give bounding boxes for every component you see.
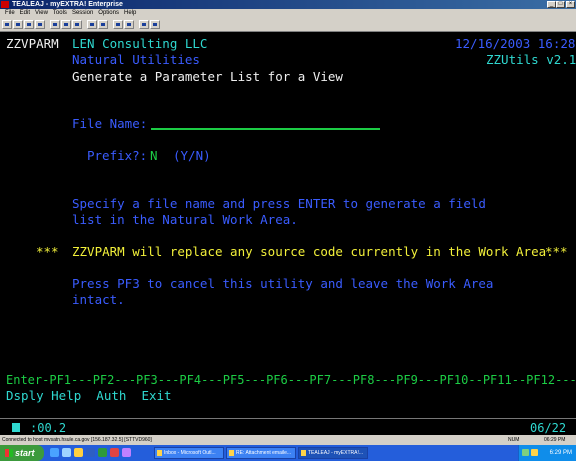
connect-icon[interactable]	[87, 20, 97, 29]
network-icon[interactable]	[522, 449, 529, 456]
new-session-icon[interactable]	[2, 20, 12, 29]
task-myextra[interactable]: TEALEAJ - myEXTRA!...	[298, 447, 368, 459]
pf-keys-line: Enter-PF1---PF2---PF3---PF4---PF5---PF6-…	[6, 373, 576, 387]
version: ZZUtils v2.1	[486, 52, 576, 67]
start-button[interactable]: start	[0, 445, 44, 461]
warning-marker-right: ***	[545, 244, 568, 259]
prefix-options: (Y/N)	[173, 148, 211, 163]
num-lock-indicator: NUM	[508, 437, 520, 443]
task-outlook[interactable]: Inbox - Microsoft Outl...	[154, 447, 224, 459]
task-email[interactable]: RE: Attachment emaile...	[226, 447, 296, 459]
info-text-1: Specify a file name and press ENTER to g…	[72, 196, 486, 211]
menu-tools[interactable]: Tools	[53, 10, 67, 16]
terminal-icon	[301, 450, 306, 456]
menu-file[interactable]: File	[5, 10, 15, 16]
warning-marker-left: ***	[36, 244, 59, 259]
minimize-button[interactable]: _	[547, 1, 556, 8]
email-icon	[229, 450, 234, 456]
volume-icon[interactable]	[531, 449, 538, 456]
cursor-position: 06/22	[530, 421, 567, 435]
copy-icon[interactable]	[61, 20, 71, 29]
disconnect-icon[interactable]	[98, 20, 108, 29]
warning-text: ZZVPARM will replace any source code cur…	[72, 244, 554, 259]
cut-icon[interactable]	[50, 20, 60, 29]
keyboard-status-icon	[12, 423, 20, 432]
pf-labels-line: Dsply Help Auth Exit	[6, 388, 172, 403]
session-timer: :00.2	[30, 421, 67, 435]
system-tray: 6:29 PM	[518, 445, 576, 461]
quicklaunch-excel-icon[interactable]	[98, 448, 107, 457]
file-name-label: File Name:	[72, 116, 148, 131]
outlook-icon	[157, 450, 162, 456]
settings-icon[interactable]	[139, 20, 149, 29]
menu-session[interactable]: Session	[72, 10, 93, 16]
maximize-button[interactable]: □	[556, 1, 565, 8]
prefix-label: Prefix?:	[87, 148, 148, 163]
record-icon[interactable]	[124, 20, 134, 29]
taskbar-clock: 6:29 PM	[549, 450, 572, 456]
app-icon	[1, 1, 9, 8]
toolbar	[0, 18, 576, 32]
menu-help[interactable]: Help	[124, 10, 136, 16]
menu-options[interactable]: Options	[98, 10, 119, 16]
quicklaunch-ie-icon[interactable]	[50, 448, 59, 457]
status-bar: Connected to host mvsatn.hsule.ca.gov [1…	[0, 435, 576, 445]
program-id: ZZVPARM	[6, 36, 59, 51]
cancel-text-1: Press PF3 to cancel this utility and lea…	[72, 276, 494, 291]
quicklaunch-extra-icon[interactable]	[122, 448, 131, 457]
start-label: start	[15, 448, 35, 458]
page-heading: Generate a Parameter List for a View	[72, 69, 343, 84]
open-icon[interactable]	[13, 20, 23, 29]
quicklaunch-word-icon[interactable]	[86, 448, 95, 457]
status-time: 06:29 PM	[544, 437, 566, 443]
file-name-input[interactable]	[151, 128, 380, 130]
menu-bar: File Edit View Tools Session Options Help	[0, 9, 576, 18]
quicklaunch-desktop-icon[interactable]	[62, 448, 71, 457]
paste-icon[interactable]	[72, 20, 82, 29]
window-title: TEALEAJ - myEXTRA! Enterprise	[12, 1, 123, 8]
title-bar[interactable]: TEALEAJ - myEXTRA! Enterprise _ □ ×	[0, 0, 576, 9]
subtitle: Natural Utilities	[72, 52, 200, 67]
taskbar: start Inbox - Microsoft Outl... RE: Atta…	[0, 445, 576, 461]
quicklaunch-app-icon[interactable]	[110, 448, 119, 457]
info-text-2: list in the Natural Work Area.	[72, 212, 298, 227]
terminal-screen[interactable]: ZZVPARM LEN Consulting LLC 12/16/2003 16…	[0, 32, 576, 418]
close-button[interactable]: ×	[566, 1, 575, 8]
menu-edit[interactable]: Edit	[20, 10, 30, 16]
operator-info-area: :00.2 06/22	[0, 418, 576, 436]
prefix-input[interactable]: N	[150, 149, 158, 163]
windows-logo-icon	[5, 449, 13, 457]
cancel-text-2: intact.	[72, 292, 125, 307]
menu-view[interactable]: View	[35, 10, 48, 16]
company-name: LEN Consulting LLC	[72, 36, 208, 51]
help-icon[interactable]	[150, 20, 160, 29]
save-icon[interactable]	[24, 20, 34, 29]
print-icon[interactable]	[35, 20, 45, 29]
quicklaunch-outlook-icon[interactable]	[74, 448, 83, 457]
macro-icon[interactable]	[113, 20, 123, 29]
datetime: 12/16/2003 16:28	[455, 36, 576, 51]
connection-status: Connected to host mvsatn.hsule.ca.gov [1…	[2, 437, 152, 443]
